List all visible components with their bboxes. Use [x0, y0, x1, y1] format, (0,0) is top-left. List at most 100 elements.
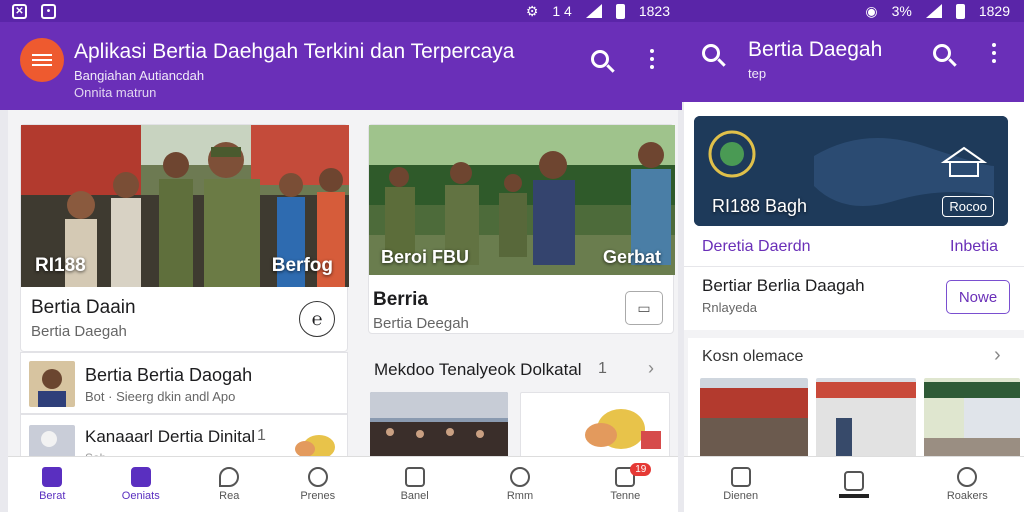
nav-trending[interactable]: Rmm [485, 467, 555, 502]
status-time: 1829 [978, 3, 1010, 19]
battery-icon [615, 3, 625, 19]
story-meta: Rnlayeda [702, 300, 757, 315]
panel-news: Beroi FBU Gerbat Berria Bertia Deegah ▭ … [362, 110, 678, 512]
nav-profile[interactable]: Prenes [283, 467, 353, 502]
bottom-nav: Banel Rmm 19 Tenne [362, 456, 678, 512]
banner-caption: RI188 Bagh [712, 196, 808, 216]
avatar [29, 361, 75, 407]
more-menu-button[interactable] [637, 44, 667, 74]
nav-label: Dienen [723, 490, 759, 502]
card-subtitle: Bertia Deegah [373, 315, 469, 332]
nav-write[interactable]: Rea [194, 467, 264, 502]
app-subtitle-2: Onnita matrun [74, 85, 157, 100]
close-icon: ✕ [12, 3, 27, 19]
bookmark-icon: ▭ [637, 299, 651, 316]
nav-favorites[interactable]: Roakers [932, 467, 1002, 502]
thumbnail[interactable] [700, 378, 808, 458]
list-item-meta: Bot · Sieerg dkin andl Apo [85, 389, 236, 404]
android-icon: • [41, 3, 56, 19]
more-vert-icon [650, 49, 654, 69]
section-count: 1 [598, 360, 607, 377]
fire-icon [509, 467, 530, 487]
app-subtitle: Bangiahan Autiancdah [74, 68, 205, 83]
share-button[interactable]: ℮ [299, 301, 335, 337]
home-icon [42, 467, 63, 487]
card-subtitle: Bertia Daegah [31, 323, 127, 340]
home-icon [404, 467, 425, 487]
nav-label: Prenes [300, 490, 336, 502]
list-item-title: Kanaaarl Dertia Dinital [85, 427, 256, 446]
section-card: Kosn olemace › [688, 338, 1024, 458]
follow-button[interactable]: Nowe [946, 280, 1010, 314]
search-button-left[interactable] [696, 38, 726, 68]
story-title: Bertiar Berlia Daagah [702, 276, 865, 295]
search-button[interactable] [585, 44, 615, 74]
nav-label: Rmm [506, 490, 534, 502]
bookmark-icon [843, 471, 864, 491]
signal-icon [925, 4, 942, 18]
thumbnail[interactable] [816, 378, 916, 458]
grid-icon [130, 467, 151, 487]
featured-card[interactable]: Beroi FBU Gerbat Berria Bertia Deegah ▭ [368, 124, 675, 334]
crowd-photo[interactable] [370, 392, 508, 458]
bell-icon: 19 [615, 463, 652, 487]
app-subtitle-right: tep [748, 66, 767, 81]
nav-home[interactable]: Banel [380, 467, 450, 502]
status-bar-left: ✕ • ⚙ 1 4 1823 [0, 0, 682, 22]
more-vert-icon [992, 43, 996, 63]
section-title: Mekdoo Tenalyeok Dolkatal [374, 360, 582, 379]
share-icon: ℮ [311, 308, 323, 329]
signal-percent: 3% [891, 3, 912, 19]
search-icon [591, 50, 609, 68]
home-icon [730, 467, 751, 487]
region-card: RI188 Bagh Rocoo Deretia Daerdn Inbetia … [684, 102, 1024, 330]
region-link[interactable]: Deretia Daerdn [702, 238, 811, 256]
card-title: Berria [373, 289, 428, 310]
bottom-nav: Dienen Roakers [684, 456, 1024, 512]
list-item[interactable]: Bertia Bertia Daogah Bot · Sieerg dkin a… [20, 352, 348, 414]
more-menu-button[interactable] [979, 38, 1009, 68]
list-item-count: 1 [257, 427, 266, 444]
section-title: Kosn olemace [702, 348, 804, 365]
card-title: Bertia Daain [31, 297, 136, 318]
nav-categories[interactable]: Oeniats [106, 467, 176, 502]
list-item-title: Bertia Bertia Daogah [85, 365, 253, 385]
status-time: 1823 [638, 3, 670, 19]
chevron-right-icon[interactable]: › [648, 358, 654, 379]
app-title: Aplikasi Bertia Daehgah Terkini dan Terp… [74, 40, 515, 63]
fruit-photo[interactable] [520, 392, 670, 458]
nav-label: Oeniats [121, 490, 160, 502]
bottom-nav: Berat Oeniats Rea Prenes [8, 456, 362, 512]
nav-notifications[interactable]: 19 Tenne [590, 463, 660, 502]
menu-logo-icon[interactable] [20, 38, 64, 82]
nav-label: Rea [219, 490, 240, 502]
sync-icon: ⚙ [525, 2, 539, 19]
thumbnail[interactable] [924, 378, 1020, 458]
search-button[interactable] [927, 38, 957, 68]
nav-label: Banel [400, 490, 429, 502]
chevron-right-icon[interactable]: › [994, 344, 1001, 367]
signal-icon [585, 4, 602, 18]
nav-label: Roakers [946, 490, 988, 502]
featured-caption-left: RI188 [35, 255, 86, 276]
status-bar-right: ◉ 3% 1829 [682, 0, 1024, 22]
region-banner[interactable]: RI188 Bagh Rocoo [694, 116, 1008, 226]
banner-badge: Rocoo [942, 196, 994, 217]
nav-bookmark[interactable] [819, 471, 889, 498]
person-icon [307, 467, 328, 487]
divider [684, 266, 1024, 267]
app-title-right: Bertia Daegah [748, 38, 883, 61]
wifi-icon: ◉ [865, 2, 878, 19]
nav-home[interactable]: Berat [17, 467, 87, 502]
featured-caption-right: Berfog [271, 255, 333, 276]
featured-card[interactable]: RI188 Berfog Bertia Daain Bertia Daegah … [20, 124, 349, 352]
featured-caption-left: Beroi FBU [381, 247, 470, 267]
region-link-right[interactable]: Inbetia [950, 238, 998, 256]
search-icon [702, 44, 720, 62]
battery-icon [955, 3, 965, 19]
nav-label: Tenne [610, 490, 641, 502]
pen-icon [219, 467, 240, 487]
nav-home[interactable]: Dienen [706, 467, 776, 502]
bookmark-button[interactable]: ▭ [625, 291, 663, 325]
signal-text: 1 4 [552, 3, 572, 19]
